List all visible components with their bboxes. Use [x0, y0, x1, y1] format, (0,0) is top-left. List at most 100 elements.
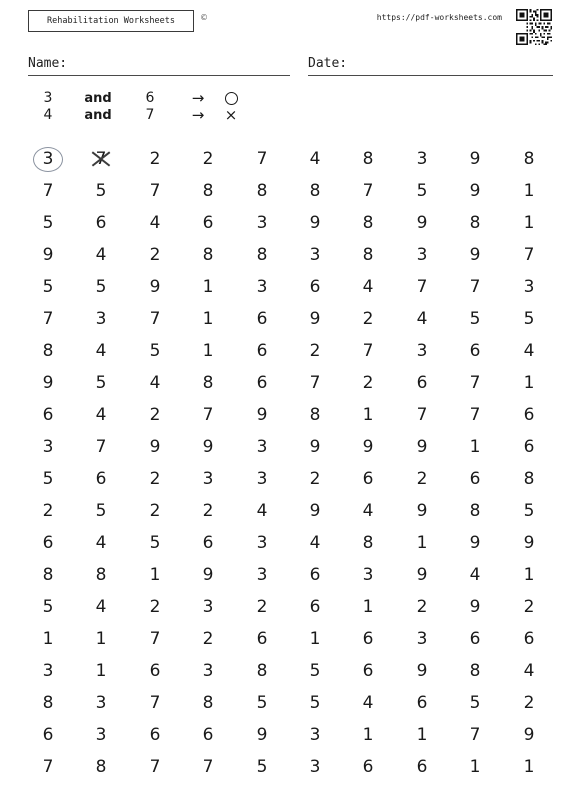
digit-cell[interactable]: 7: [461, 399, 489, 431]
digit-cell[interactable]: 4: [141, 207, 169, 239]
digit-cell[interactable]: 3: [34, 431, 62, 463]
digit-cell[interactable]: 8: [354, 207, 382, 239]
digit-cell[interactable]: 6: [408, 751, 436, 783]
digit-cell[interactable]: 5: [34, 207, 62, 239]
digit-cell[interactable]: 2: [141, 591, 169, 623]
digit-cell[interactable]: 3: [248, 431, 276, 463]
digit-cell[interactable]: 6: [408, 367, 436, 399]
digit-cell[interactable]: 2: [301, 463, 329, 495]
digit-cell[interactable]: 4: [141, 367, 169, 399]
digit-cell[interactable]: 5: [87, 271, 115, 303]
name-field[interactable]: Name:: [28, 52, 290, 76]
digit-cell[interactable]: 3: [248, 207, 276, 239]
digit-cell-marked-cross[interactable]: 7: [87, 143, 115, 175]
digit-cell[interactable]: 7: [461, 271, 489, 303]
digit-cell[interactable]: 8: [248, 175, 276, 207]
digit-cell[interactable]: 8: [194, 367, 222, 399]
digit-cell[interactable]: 3: [408, 623, 436, 655]
digit-cell[interactable]: 7: [408, 399, 436, 431]
digit-cell[interactable]: 7: [141, 623, 169, 655]
digit-cell[interactable]: 5: [87, 175, 115, 207]
digit-cell[interactable]: 1: [354, 719, 382, 751]
digit-cell[interactable]: 4: [87, 239, 115, 271]
digit-cell[interactable]: 9: [408, 559, 436, 591]
digit-cell[interactable]: 5: [87, 495, 115, 527]
digit-cell[interactable]: 1: [515, 175, 543, 207]
digit-cell[interactable]: 1: [408, 527, 436, 559]
digit-cell[interactable]: 3: [301, 719, 329, 751]
digit-cell[interactable]: 7: [141, 751, 169, 783]
digit-cell[interactable]: 7: [141, 303, 169, 335]
digit-cell[interactable]: 2: [141, 495, 169, 527]
date-field[interactable]: Date:: [308, 52, 553, 76]
digit-cell[interactable]: 8: [461, 207, 489, 239]
digit-cell[interactable]: 4: [248, 495, 276, 527]
digit-cell[interactable]: 6: [248, 367, 276, 399]
digit-cell[interactable]: 9: [141, 431, 169, 463]
digit-cell[interactable]: 5: [34, 591, 62, 623]
digit-cell[interactable]: 6: [354, 463, 382, 495]
digit-cell[interactable]: 6: [301, 591, 329, 623]
digit-cell[interactable]: 7: [354, 175, 382, 207]
digit-cell[interactable]: 5: [515, 495, 543, 527]
digit-cell[interactable]: 7: [515, 239, 543, 271]
digit-cell[interactable]: 7: [461, 719, 489, 751]
digit-cell[interactable]: 8: [248, 239, 276, 271]
digit-cell[interactable]: 7: [141, 175, 169, 207]
digit-cell[interactable]: 4: [87, 399, 115, 431]
digit-cell[interactable]: 4: [301, 527, 329, 559]
digit-cell[interactable]: 3: [515, 271, 543, 303]
digit-cell[interactable]: 1: [301, 623, 329, 655]
digit-cell[interactable]: 9: [408, 207, 436, 239]
digit-cell[interactable]: 6: [34, 719, 62, 751]
digit-cell[interactable]: 1: [461, 751, 489, 783]
digit-cell[interactable]: 3: [87, 303, 115, 335]
digit-cell[interactable]: 2: [194, 143, 222, 175]
digit-cell[interactable]: 8: [34, 687, 62, 719]
digit-cell[interactable]: 7: [87, 431, 115, 463]
digit-cell[interactable]: 6: [141, 719, 169, 751]
digit-cell[interactable]: 8: [354, 527, 382, 559]
digit-cell[interactable]: 6: [515, 399, 543, 431]
digit-cell[interactable]: 4: [354, 687, 382, 719]
digit-cell[interactable]: 5: [301, 687, 329, 719]
digit-cell[interactable]: 6: [34, 399, 62, 431]
digit-cell[interactable]: 2: [515, 591, 543, 623]
digit-cell[interactable]: 2: [141, 463, 169, 495]
digit-cell[interactable]: 2: [301, 335, 329, 367]
digit-cell[interactable]: 9: [461, 527, 489, 559]
digit-cell[interactable]: 9: [354, 431, 382, 463]
digit-cell[interactable]: 9: [194, 431, 222, 463]
digit-cell[interactable]: 6: [194, 719, 222, 751]
digit-cell[interactable]: 8: [194, 239, 222, 271]
digit-cell[interactable]: 8: [354, 239, 382, 271]
digit-cell[interactable]: 9: [461, 143, 489, 175]
digit-cell[interactable]: 3: [408, 143, 436, 175]
digit-cell[interactable]: 2: [141, 399, 169, 431]
digit-cell[interactable]: 5: [141, 527, 169, 559]
digit-cell[interactable]: 7: [301, 367, 329, 399]
digit-cell[interactable]: 1: [515, 207, 543, 239]
digit-cell[interactable]: 9: [248, 399, 276, 431]
digit-cell[interactable]: 4: [515, 655, 543, 687]
digit-cell[interactable]: 9: [248, 719, 276, 751]
digit-cell[interactable]: 8: [87, 751, 115, 783]
digit-cell[interactable]: 1: [87, 655, 115, 687]
digit-cell[interactable]: 3: [408, 335, 436, 367]
digit-cell[interactable]: 9: [34, 367, 62, 399]
digit-cell[interactable]: 9: [408, 431, 436, 463]
digit-cell[interactable]: 4: [354, 271, 382, 303]
digit-cell[interactable]: 6: [248, 303, 276, 335]
digit-cell[interactable]: 2: [354, 367, 382, 399]
digit-cell[interactable]: 6: [515, 623, 543, 655]
digit-cell[interactable]: 9: [141, 271, 169, 303]
digit-cell[interactable]: 7: [34, 303, 62, 335]
digit-cell[interactable]: 9: [515, 527, 543, 559]
digit-cell[interactable]: 8: [34, 335, 62, 367]
digit-cell[interactable]: 8: [354, 143, 382, 175]
digit-cell[interactable]: 9: [194, 559, 222, 591]
digit-cell[interactable]: 7: [248, 143, 276, 175]
digit-cell[interactable]: 1: [34, 623, 62, 655]
digit-cell[interactable]: 7: [141, 687, 169, 719]
digit-cell[interactable]: 3: [34, 655, 62, 687]
